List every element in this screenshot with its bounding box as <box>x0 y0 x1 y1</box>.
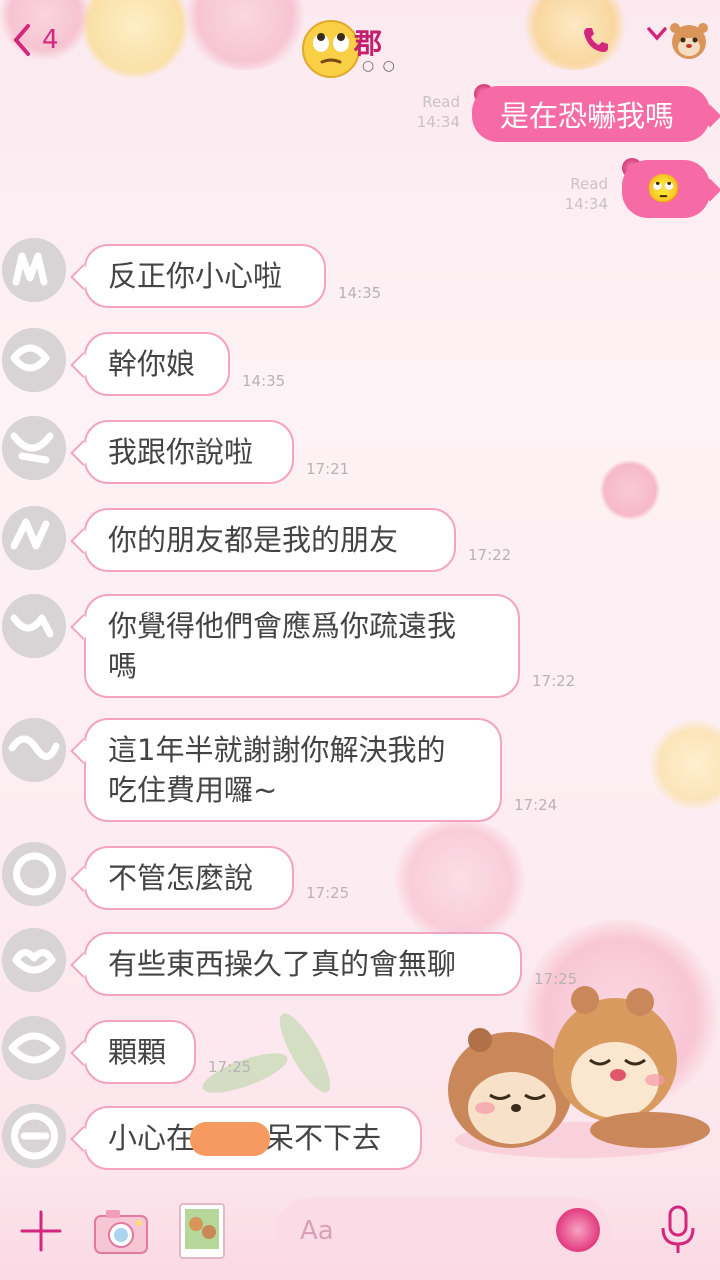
message-time: 17:25 <box>208 1058 252 1076</box>
read-label: Read <box>422 93 460 111</box>
chevron-left-icon <box>13 24 30 56</box>
message-line: 這1年半就謝謝你解決我的 <box>108 733 446 767</box>
background-flower <box>600 460 660 520</box>
message-line: 不管怎麼說 <box>108 861 254 895</box>
message-line: 反正你小心啦 <box>108 259 283 293</box>
incoming-message[interactable]: 反正你小心啦 <box>84 244 326 308</box>
incoming-message[interactable]: 幹你娘 <box>84 332 230 396</box>
incoming-message[interactable]: 顆顆 <box>84 1020 196 1084</box>
message-time: 17:24 <box>514 796 558 814</box>
avatar[interactable] <box>2 506 66 570</box>
message-line: 嗎 <box>108 649 138 683</box>
status-dots: ○ ○ <box>362 58 397 74</box>
unread-count: 4 <box>42 25 59 55</box>
avatar[interactable] <box>2 842 66 906</box>
incoming-message[interactable]: 你覺得他們會應爲你疏遠我嗎 <box>84 594 520 698</box>
message-time: 17:22 <box>532 672 576 690</box>
emoji-icon[interactable] <box>556 1208 600 1252</box>
avatar[interactable] <box>2 594 66 658</box>
chat-header: 4 郡 ○ ○ <box>0 0 720 80</box>
image-icon[interactable] <box>178 1202 226 1260</box>
read-receipt: Read 14:34 <box>548 174 608 214</box>
avatar[interactable] <box>2 328 66 392</box>
message-text: 呆不下去 <box>265 1121 382 1155</box>
message-line: 顆顆 <box>108 1035 167 1069</box>
chipmunk-icon[interactable] <box>666 16 712 62</box>
message-line: 你的朋友都是我的朋友 <box>108 523 399 557</box>
message-line: 幹你娘 <box>108 347 196 381</box>
avatar[interactable] <box>2 718 66 782</box>
eye-roll-emoji-icon <box>302 20 360 78</box>
message-line: 我跟你說啦 <box>108 435 254 469</box>
microphone-icon[interactable] <box>658 1204 698 1256</box>
avatar[interactable] <box>2 928 66 992</box>
avatar[interactable] <box>2 1104 66 1168</box>
message-line: 你覺得他們會應爲你疏遠我 <box>108 609 457 643</box>
read-receipt: Read 14:34 <box>400 92 460 132</box>
message-text: 是在恐嚇我嗎 <box>500 99 675 133</box>
redaction-mark <box>190 1122 270 1156</box>
incoming-message[interactable]: 不管怎麼說 <box>84 846 294 910</box>
phone-icon[interactable] <box>580 24 612 56</box>
incoming-message[interactable]: 我跟你說啦 <box>84 420 294 484</box>
message-time: 14:35 <box>338 284 382 302</box>
message-time: 14:34 <box>564 195 608 213</box>
message-time: 14:34 <box>416 113 460 131</box>
avatar[interactable] <box>2 238 66 302</box>
outgoing-message[interactable]: 🙄 <box>622 160 710 218</box>
incoming-message[interactable]: 你的朋友都是我的朋友 <box>84 508 456 572</box>
incoming-message[interactable]: 這1年半就謝謝你解決我的 吃住費用囉~ <box>84 718 502 822</box>
message-line: 有些東西操久了真的會無聊 <box>108 947 457 981</box>
message-time: 17:25 <box>306 884 350 902</box>
message-line: 吃住費用囉~ <box>108 773 278 807</box>
message-time: 14:35 <box>242 372 286 390</box>
background-flower <box>390 820 530 940</box>
plus-icon[interactable] <box>18 1208 64 1254</box>
back-button[interactable]: 4 <box>10 22 59 58</box>
message-time: 17:21 <box>306 460 350 478</box>
read-label: Read <box>570 175 608 193</box>
chat-title-text: 郡 <box>354 27 383 60</box>
message-text: 小心在 <box>108 1121 196 1155</box>
message-emoji: 🙄 <box>646 172 681 205</box>
camera-icon[interactable] <box>92 1206 150 1256</box>
message-time: 17:22 <box>468 546 512 564</box>
avatar[interactable] <box>2 1016 66 1080</box>
avatar[interactable] <box>2 416 66 480</box>
chipmunk-sticker[interactable] <box>440 980 710 1165</box>
outgoing-message[interactable]: 是在恐嚇我嗎 <box>472 86 710 142</box>
background-flower <box>650 720 720 810</box>
